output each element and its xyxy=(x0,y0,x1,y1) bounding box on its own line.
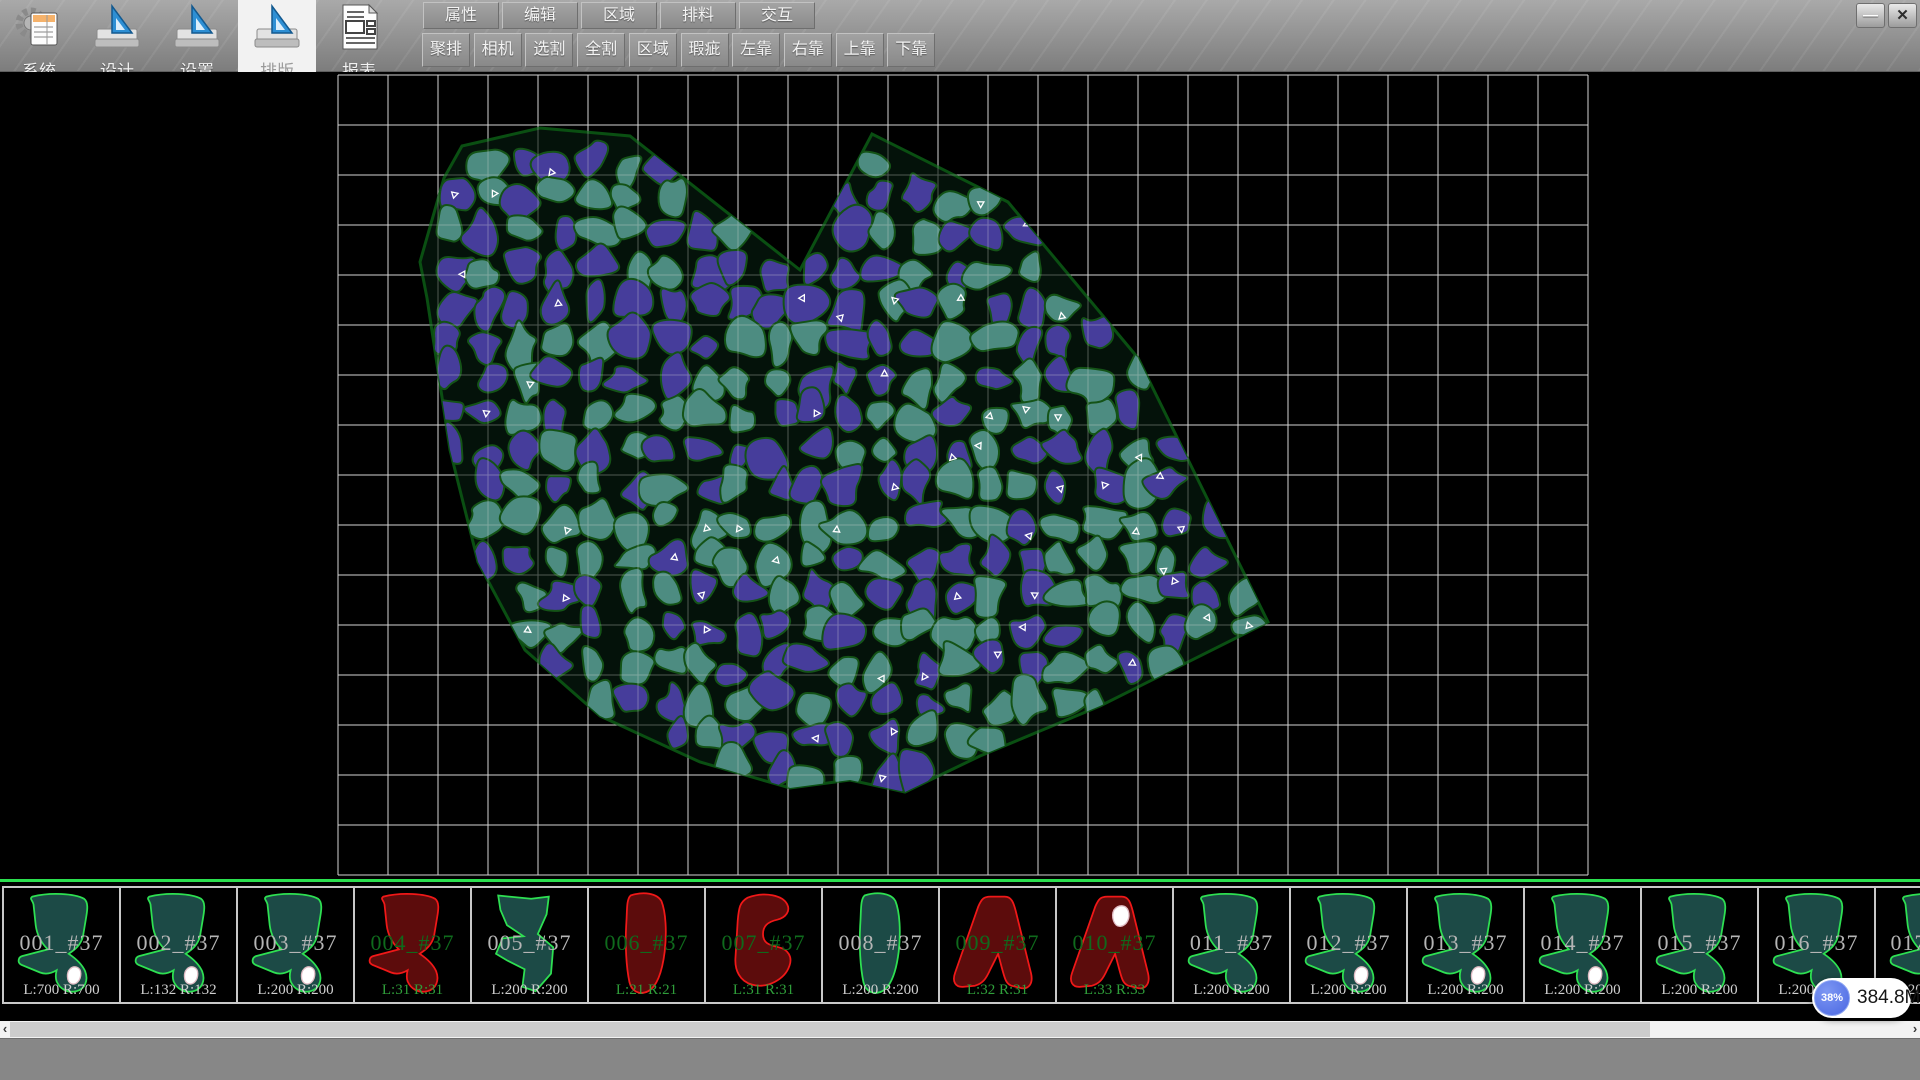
piece-shape xyxy=(1644,889,1754,1001)
piece-thumbnail-004_#37[interactable]: 004_#37L:31 R:31 xyxy=(353,886,470,1004)
piece-shape xyxy=(357,889,467,1001)
bigbutton-nesting[interactable]: 排版 xyxy=(238,0,316,72)
pieces-strip: 001_#37L:700 R:700002_#37L:132 R:132003_… xyxy=(0,878,1920,1021)
piece-shape xyxy=(240,889,350,1001)
piece-thumbnail-012_#37[interactable]: 012_#37L:200 R:200 xyxy=(1289,886,1406,1004)
scroll-right-arrow-icon[interactable]: › xyxy=(1910,1021,1920,1038)
piece-shape xyxy=(1176,889,1286,1001)
design-icon xyxy=(91,0,143,56)
tool-button-0[interactable]: 聚排 xyxy=(422,33,470,67)
bigbutton-report[interactable]: 报表 xyxy=(320,0,398,72)
tool-button-2[interactable]: 选割 xyxy=(525,33,573,67)
piece-thumbnail-002_#37[interactable]: 002_#37L:132 R:132 xyxy=(119,886,236,1004)
piece-thumbnail-010_#37[interactable]: 010_#37L:33 R:33 xyxy=(1055,886,1172,1004)
progress-percent-badge: 38% xyxy=(1814,980,1850,1016)
toolbar: 系统设计设置排版报表 属性编辑区域排料交互 聚排相机选割全割区域瑕疵左靠右靠上靠… xyxy=(0,0,1920,72)
tool-button-1[interactable]: 相机 xyxy=(474,33,522,67)
piece-shape xyxy=(474,889,584,1001)
piece-shape xyxy=(825,889,935,1001)
nesting-canvas[interactable] xyxy=(0,72,1920,878)
bigbutton-design[interactable]: 设计 xyxy=(78,0,156,72)
piece-thumbnail-008_#37[interactable]: 008_#37L:200 R:200 xyxy=(821,886,938,1004)
piece-shape xyxy=(1410,889,1520,1001)
piece-thumbnail-011_#37[interactable]: 011_#37L:200 R:200 xyxy=(1172,886,1289,1004)
settings-icon xyxy=(171,0,223,56)
strip-highlight-line xyxy=(0,879,1920,882)
piece-shape xyxy=(708,889,818,1001)
tool-button-9[interactable]: 下靠 xyxy=(887,33,935,67)
memory-badge: 38% 384.8M xyxy=(1812,978,1911,1018)
tool-button-4[interactable]: 区域 xyxy=(629,33,677,67)
tool-button-7[interactable]: 右靠 xyxy=(784,33,832,67)
menu-item-0[interactable]: 属性 xyxy=(423,2,499,29)
report-icon xyxy=(333,0,385,56)
piece-shape xyxy=(591,889,701,1001)
piece-thumbnail-003_#37[interactable]: 003_#37L:200 R:200 xyxy=(236,886,353,1004)
piece-shape xyxy=(942,889,1052,1001)
tool-button-5[interactable]: 瑕疵 xyxy=(681,33,729,67)
piece-shape xyxy=(1527,889,1637,1001)
piece-shape xyxy=(1059,889,1169,1001)
nesting-icon xyxy=(251,0,303,56)
nesting-layout-drawing xyxy=(0,72,1920,878)
piece-thumbnail-list: 001_#37L:700 R:700002_#37L:132 R:132003_… xyxy=(2,886,1920,1004)
bigbutton-system[interactable]: 系统 xyxy=(0,0,78,72)
piece-thumbnail-009_#37[interactable]: 009_#37L:32 R:31 xyxy=(938,886,1055,1004)
menu-item-3[interactable]: 排料 xyxy=(660,2,736,29)
scrollbar-thumb[interactable] xyxy=(10,1022,1650,1037)
piece-thumbnail-015_#37[interactable]: 015_#37L:200 R:200 xyxy=(1640,886,1757,1004)
piece-thumbnail-005_#37[interactable]: 005_#37L:200 R:200 xyxy=(470,886,587,1004)
tool-button-8[interactable]: 上靠 xyxy=(836,33,884,67)
piece-thumbnail-013_#37[interactable]: 013_#37L:200 R:200 xyxy=(1406,886,1523,1004)
piece-shape xyxy=(6,889,116,1001)
horizontal-scrollbar[interactable]: ‹ › xyxy=(0,1021,1920,1038)
tool-button-6[interactable]: 左靠 xyxy=(732,33,780,67)
menu-item-1[interactable]: 编辑 xyxy=(502,2,578,29)
piece-shape xyxy=(123,889,233,1001)
piece-thumbnail-006_#37[interactable]: 006_#37L:21 R:21 xyxy=(587,886,704,1004)
app-window: 系统设计设置排版报表 属性编辑区域排料交互 聚排相机选割全割区域瑕疵左靠右靠上靠… xyxy=(0,0,1920,1080)
piece-thumbnail-007_#37[interactable]: 007_#37L:31 R:31 xyxy=(704,886,821,1004)
bigbutton-settings[interactable]: 设置 xyxy=(158,0,236,72)
minimize-button[interactable]: — xyxy=(1856,3,1885,28)
tool-button-3[interactable]: 全割 xyxy=(577,33,625,67)
piece-thumbnail-014_#37[interactable]: 014_#37L:200 R:200 xyxy=(1523,886,1640,1004)
piece-thumbnail-001_#37[interactable]: 001_#37L:700 R:700 xyxy=(2,886,119,1004)
memory-value: 384.8M xyxy=(1857,978,1920,1018)
scroll-left-arrow-icon[interactable]: ‹ xyxy=(0,1021,10,1038)
piece-shape xyxy=(1293,889,1403,1001)
status-bar xyxy=(0,1038,1920,1080)
system-icon xyxy=(13,0,65,56)
menu-item-4[interactable]: 交互 xyxy=(739,2,815,29)
close-button[interactable]: ✕ xyxy=(1888,3,1917,28)
menu-item-2[interactable]: 区域 xyxy=(581,2,657,29)
